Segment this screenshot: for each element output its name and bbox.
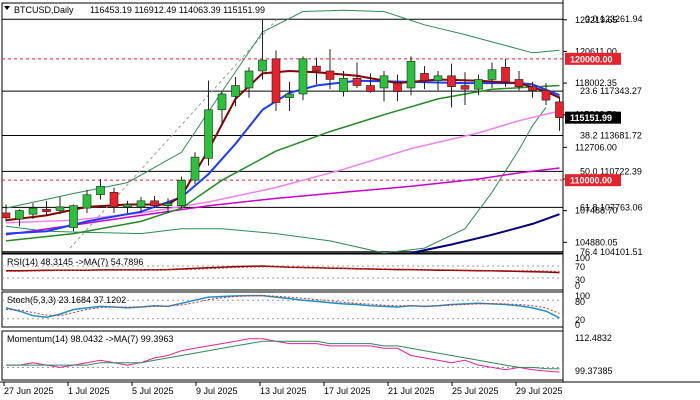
time-tick-label: 21 Jul 2025	[388, 386, 435, 396]
time-tick-label: 27 Jun 2025	[4, 386, 54, 396]
price-badge-label: 115151.99	[570, 113, 612, 123]
stoch-tick-label: 0	[575, 320, 580, 330]
candle-body	[1, 212, 11, 219]
fib-label: 38.2 113681.72	[580, 131, 642, 141]
momentum-label: Momentum(14) 98.0432 ->MA(7) 99.3963	[7, 334, 173, 344]
candle-body	[28, 207, 38, 215]
candle	[271, 50, 281, 112]
candle-body	[312, 65, 321, 72]
candle-body	[82, 194, 92, 209]
candle-body	[514, 79, 524, 88]
chart-svg: 123219.65120611.00118002.35115393.701127…	[0, 0, 700, 400]
rsi-tick-label: 0	[575, 281, 580, 291]
candle-body	[150, 200, 159, 206]
candle-body	[15, 210, 24, 220]
candle-body	[177, 179, 186, 206]
time-tick-label: 9 Jul 2025	[196, 386, 238, 396]
candle-body	[69, 205, 78, 228]
chart-symbol: BTCUSD,Daily	[14, 5, 74, 15]
candle-body	[298, 58, 308, 95]
time-tick-label: 5 Jul 2025	[132, 386, 174, 396]
price-badge-label: 120000.00	[570, 54, 613, 64]
candle-body	[460, 85, 470, 90]
price-tick-label: 112706.00	[575, 142, 617, 152]
stoch-tick-label: 80	[575, 297, 585, 307]
candle-body	[555, 101, 564, 118]
candle-body	[109, 192, 119, 208]
candle-body	[42, 209, 51, 213]
candle-body	[528, 86, 537, 91]
candle-body	[190, 156, 200, 181]
candle-body	[217, 93, 227, 111]
candle-body	[433, 75, 443, 81]
candle-body	[447, 75, 456, 88]
rsi-label: RSI(14) 48.3145 ->MA(7) 54.7896	[7, 257, 143, 267]
candle-body	[474, 79, 483, 90]
chart-ohlc: 116453.19 116912.49 114063.39 115151.99	[90, 5, 265, 15]
candle-body	[325, 70, 335, 80]
candle-body	[163, 202, 173, 206]
candle-body	[406, 60, 416, 89]
momentum-tick-label: 112.4832	[575, 333, 612, 343]
stoch-label: Stoch(5,3,3) 23.1684 37.1202	[7, 295, 126, 305]
candle	[190, 152, 200, 184]
candle-body	[244, 70, 254, 89]
price-badge-label: 110000.00	[570, 176, 612, 186]
chart-root: 123219.65120611.00118002.35115393.701127…	[0, 0, 700, 400]
candle-body	[96, 185, 105, 196]
rsi-tick-label: 70	[575, 262, 585, 272]
candle-body	[541, 90, 551, 101]
time-tick-label: 17 Jul 2025	[324, 386, 371, 396]
candle-body	[271, 58, 281, 103]
candle-body	[55, 206, 65, 211]
time-tick-label: 25 Jul 2025	[452, 386, 499, 396]
candle-body	[204, 109, 213, 159]
candle	[298, 56, 308, 101]
candle-body	[285, 93, 294, 98]
candle-body	[339, 77, 348, 92]
fib-label: 61.8 107763.06	[580, 202, 643, 212]
candle-body	[258, 59, 267, 72]
candle-body	[393, 82, 402, 92]
candle	[69, 204, 78, 232]
candle-body	[487, 69, 497, 80]
candle-body	[136, 200, 146, 208]
candle-body	[366, 85, 375, 92]
candle-body	[231, 85, 240, 97]
fib-label: 0.0 123261.94	[585, 14, 643, 24]
candle-body	[379, 75, 389, 89]
candle-body	[501, 67, 510, 83]
candle	[177, 176, 186, 209]
time-tick-label: 13 Jul 2025	[260, 386, 307, 396]
time-tick-label: 1 Jul 2025	[68, 386, 110, 396]
candle-body	[352, 77, 362, 86]
time-tick-label: 29 Jul 2025	[516, 386, 563, 396]
momentum-tick-label: 99.37385	[575, 366, 613, 376]
fib-label: 23.6 117343.27	[580, 86, 642, 96]
candle-body	[420, 73, 429, 81]
candle-body	[123, 204, 132, 208]
